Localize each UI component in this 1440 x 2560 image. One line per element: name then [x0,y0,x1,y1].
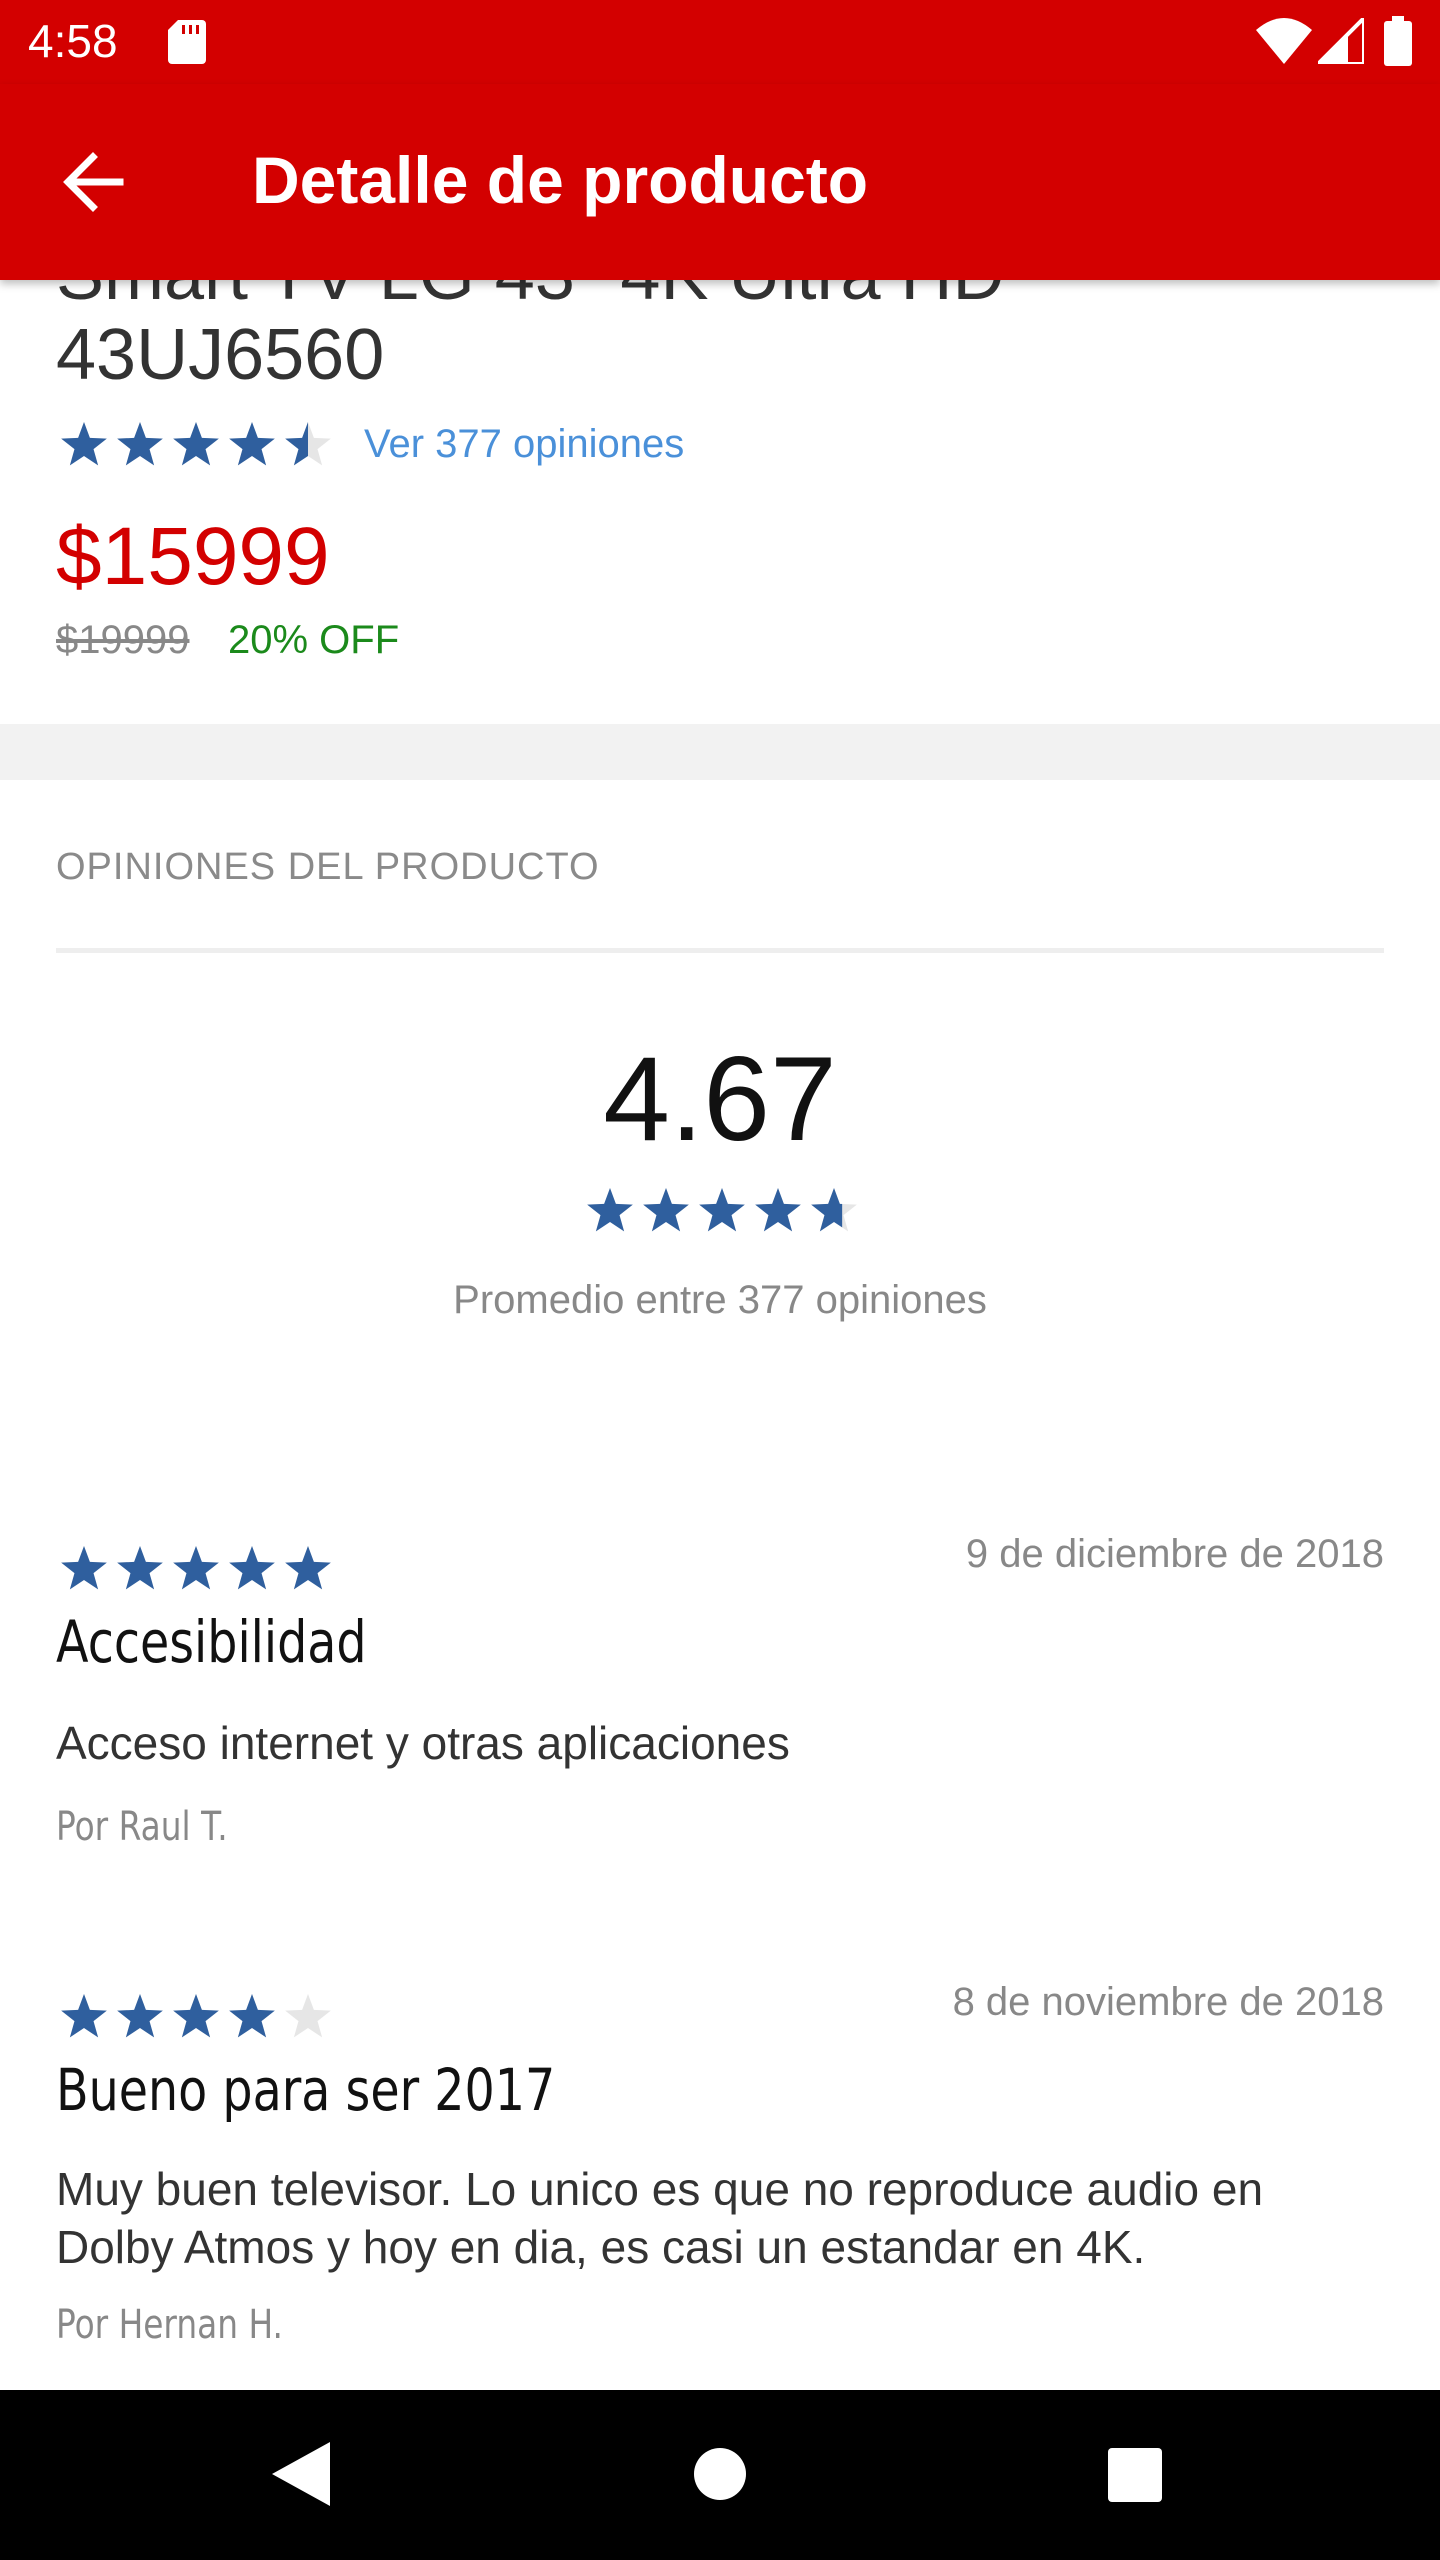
product-header: Smart TV LG 43" 4K Ultra HD 43UJ6560 Ver… [0,280,1440,724]
wifi-icon [1256,18,1312,64]
star-filled-icon [755,1188,801,1232]
star-filled-icon [699,1188,745,1232]
review-date: 9 de diciembre de 2018 [965,1532,1384,1576]
review-body: Muy buen televisor. Lo unico es que no r… [56,2163,1264,2273]
discount-badge: 20% OFF [228,618,400,662]
review-body: Acceso internet y otras aplicaciones [56,1717,790,1769]
star-filled-icon [117,1994,163,2038]
star-filled-icon [117,422,163,466]
view-reviews-link[interactable]: Ver 377 opiniones [364,422,684,467]
average-rating-stars [587,1188,857,1232]
nav-home-icon[interactable] [694,2448,746,2500]
star-filled-icon [587,1188,633,1232]
page-title: Detalle de producto [252,143,869,217]
section-divider [0,724,1440,780]
heading-divider [56,948,1384,953]
nav-back-icon[interactable] [272,2442,330,2506]
star-filled-icon [643,1188,689,1232]
review-date: 8 de noviembre de 2018 [952,1980,1384,2024]
app-bar: Detalle de producto [0,84,1440,280]
back-arrow-icon[interactable] [58,147,128,217]
system-nav-bar [0,2390,1440,2560]
sd-card-icon [168,20,206,64]
old-price: $19999 [56,618,190,662]
status-time: 4:58 [28,15,118,67]
review-author: Por Hernan H. [56,2302,283,2348]
product-title: Smart TV LG 43" 4K Ultra HD [56,280,1005,316]
product-model: 43UJ6560 [56,315,385,395]
star-filled-icon [61,1994,107,2038]
review-title: Bueno para ser 2017 [56,2056,556,2124]
star-filled-icon [285,1546,331,1590]
reviews-heading: OPINIONES DEL PRODUCTO [56,846,600,888]
star-empty-icon [285,1994,331,2038]
review-title: Accesibilidad [56,1608,367,1676]
signal-icon [1318,18,1364,64]
status-bar: 4:58 [0,0,1440,84]
nav-recents-icon[interactable] [1108,2448,1162,2502]
product-rating-stars [61,422,331,466]
star-filled-icon [61,422,107,466]
star-filled-icon [229,1546,275,1590]
star-filled-icon [173,1994,219,2038]
review-author: Por Raul T. [56,1804,228,1850]
star-filled-icon [61,1546,107,1590]
review-rating-stars [61,1994,331,2038]
battery-icon [1384,16,1412,66]
average-rating-value: 4.67 [603,1032,837,1166]
review-rating-stars [61,1546,331,1590]
star-filled-icon [229,422,275,466]
average-caption: Promedio entre 377 opiniones [453,1278,987,1322]
star-filled-icon [229,1994,275,2038]
product-price: $15999 [56,511,330,602]
star-filled-icon [117,1546,163,1590]
star-filled-icon [173,1546,219,1590]
star-filled-icon [173,422,219,466]
